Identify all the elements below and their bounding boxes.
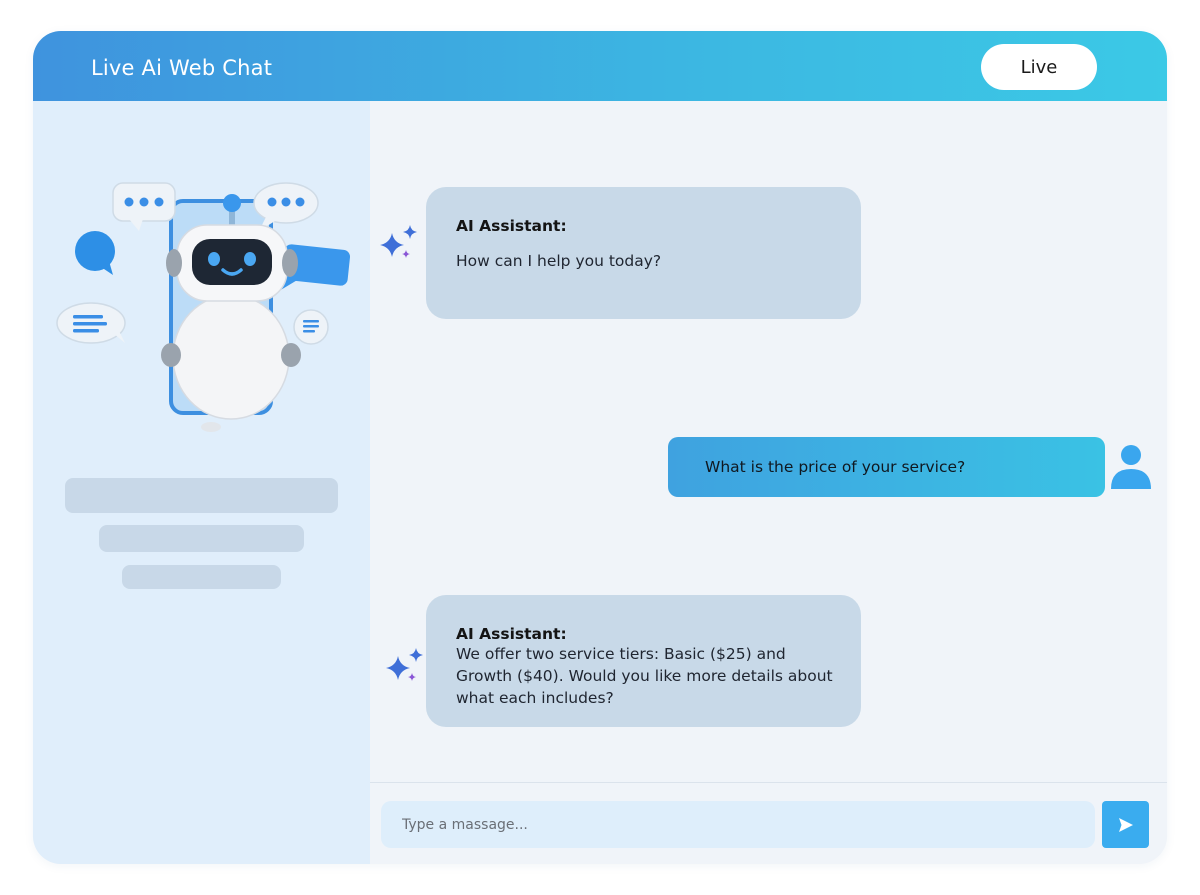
- user-avatar-icon: [1111, 445, 1151, 489]
- app-title: Live Ai Web Chat: [91, 56, 273, 80]
- placeholder-bar: [99, 525, 304, 552]
- chat-bubble-icon: [293, 309, 329, 345]
- chat-bubble-icon: [253, 182, 319, 231]
- message-text: We offer two service tiers: Basic ($25) …: [456, 645, 833, 707]
- header-bar: Live Ai Web Chat Live: [33, 31, 1167, 101]
- send-icon: [1118, 817, 1133, 832]
- robot-illustration: [56, 182, 351, 432]
- chat-bubble-icon: [75, 231, 115, 275]
- send-button[interactable]: [1102, 801, 1149, 848]
- placeholder-bar: [65, 478, 338, 513]
- chat-panel: AI Assistant: How can I help you today? …: [370, 101, 1167, 864]
- composer-divider: [370, 782, 1167, 783]
- assistant-message: AI Assistant: How can I help you today?: [426, 187, 861, 319]
- user-message: What is the price of your service?: [668, 437, 1105, 497]
- message-text: How can I help you today?: [456, 252, 662, 270]
- message-sender: AI Assistant:: [456, 625, 567, 643]
- message-text: What is the price of your service?: [705, 458, 966, 476]
- assistant-message: AI Assistant: We offer two service tiers…: [426, 595, 861, 727]
- placeholder-bar: [122, 565, 281, 589]
- chat-window: Live Ai Web Chat Live AI Assistant: How …: [33, 31, 1167, 864]
- live-status-button[interactable]: Live: [981, 44, 1097, 90]
- sparkle-icon: [380, 225, 417, 258]
- chat-bubble-icon: [56, 302, 126, 344]
- message-input[interactable]: [381, 801, 1095, 848]
- message-sender: AI Assistant:: [456, 217, 567, 235]
- sparkle-icon: [386, 648, 423, 681]
- sidebar: [33, 101, 370, 864]
- chat-bubble-icon: [112, 182, 176, 231]
